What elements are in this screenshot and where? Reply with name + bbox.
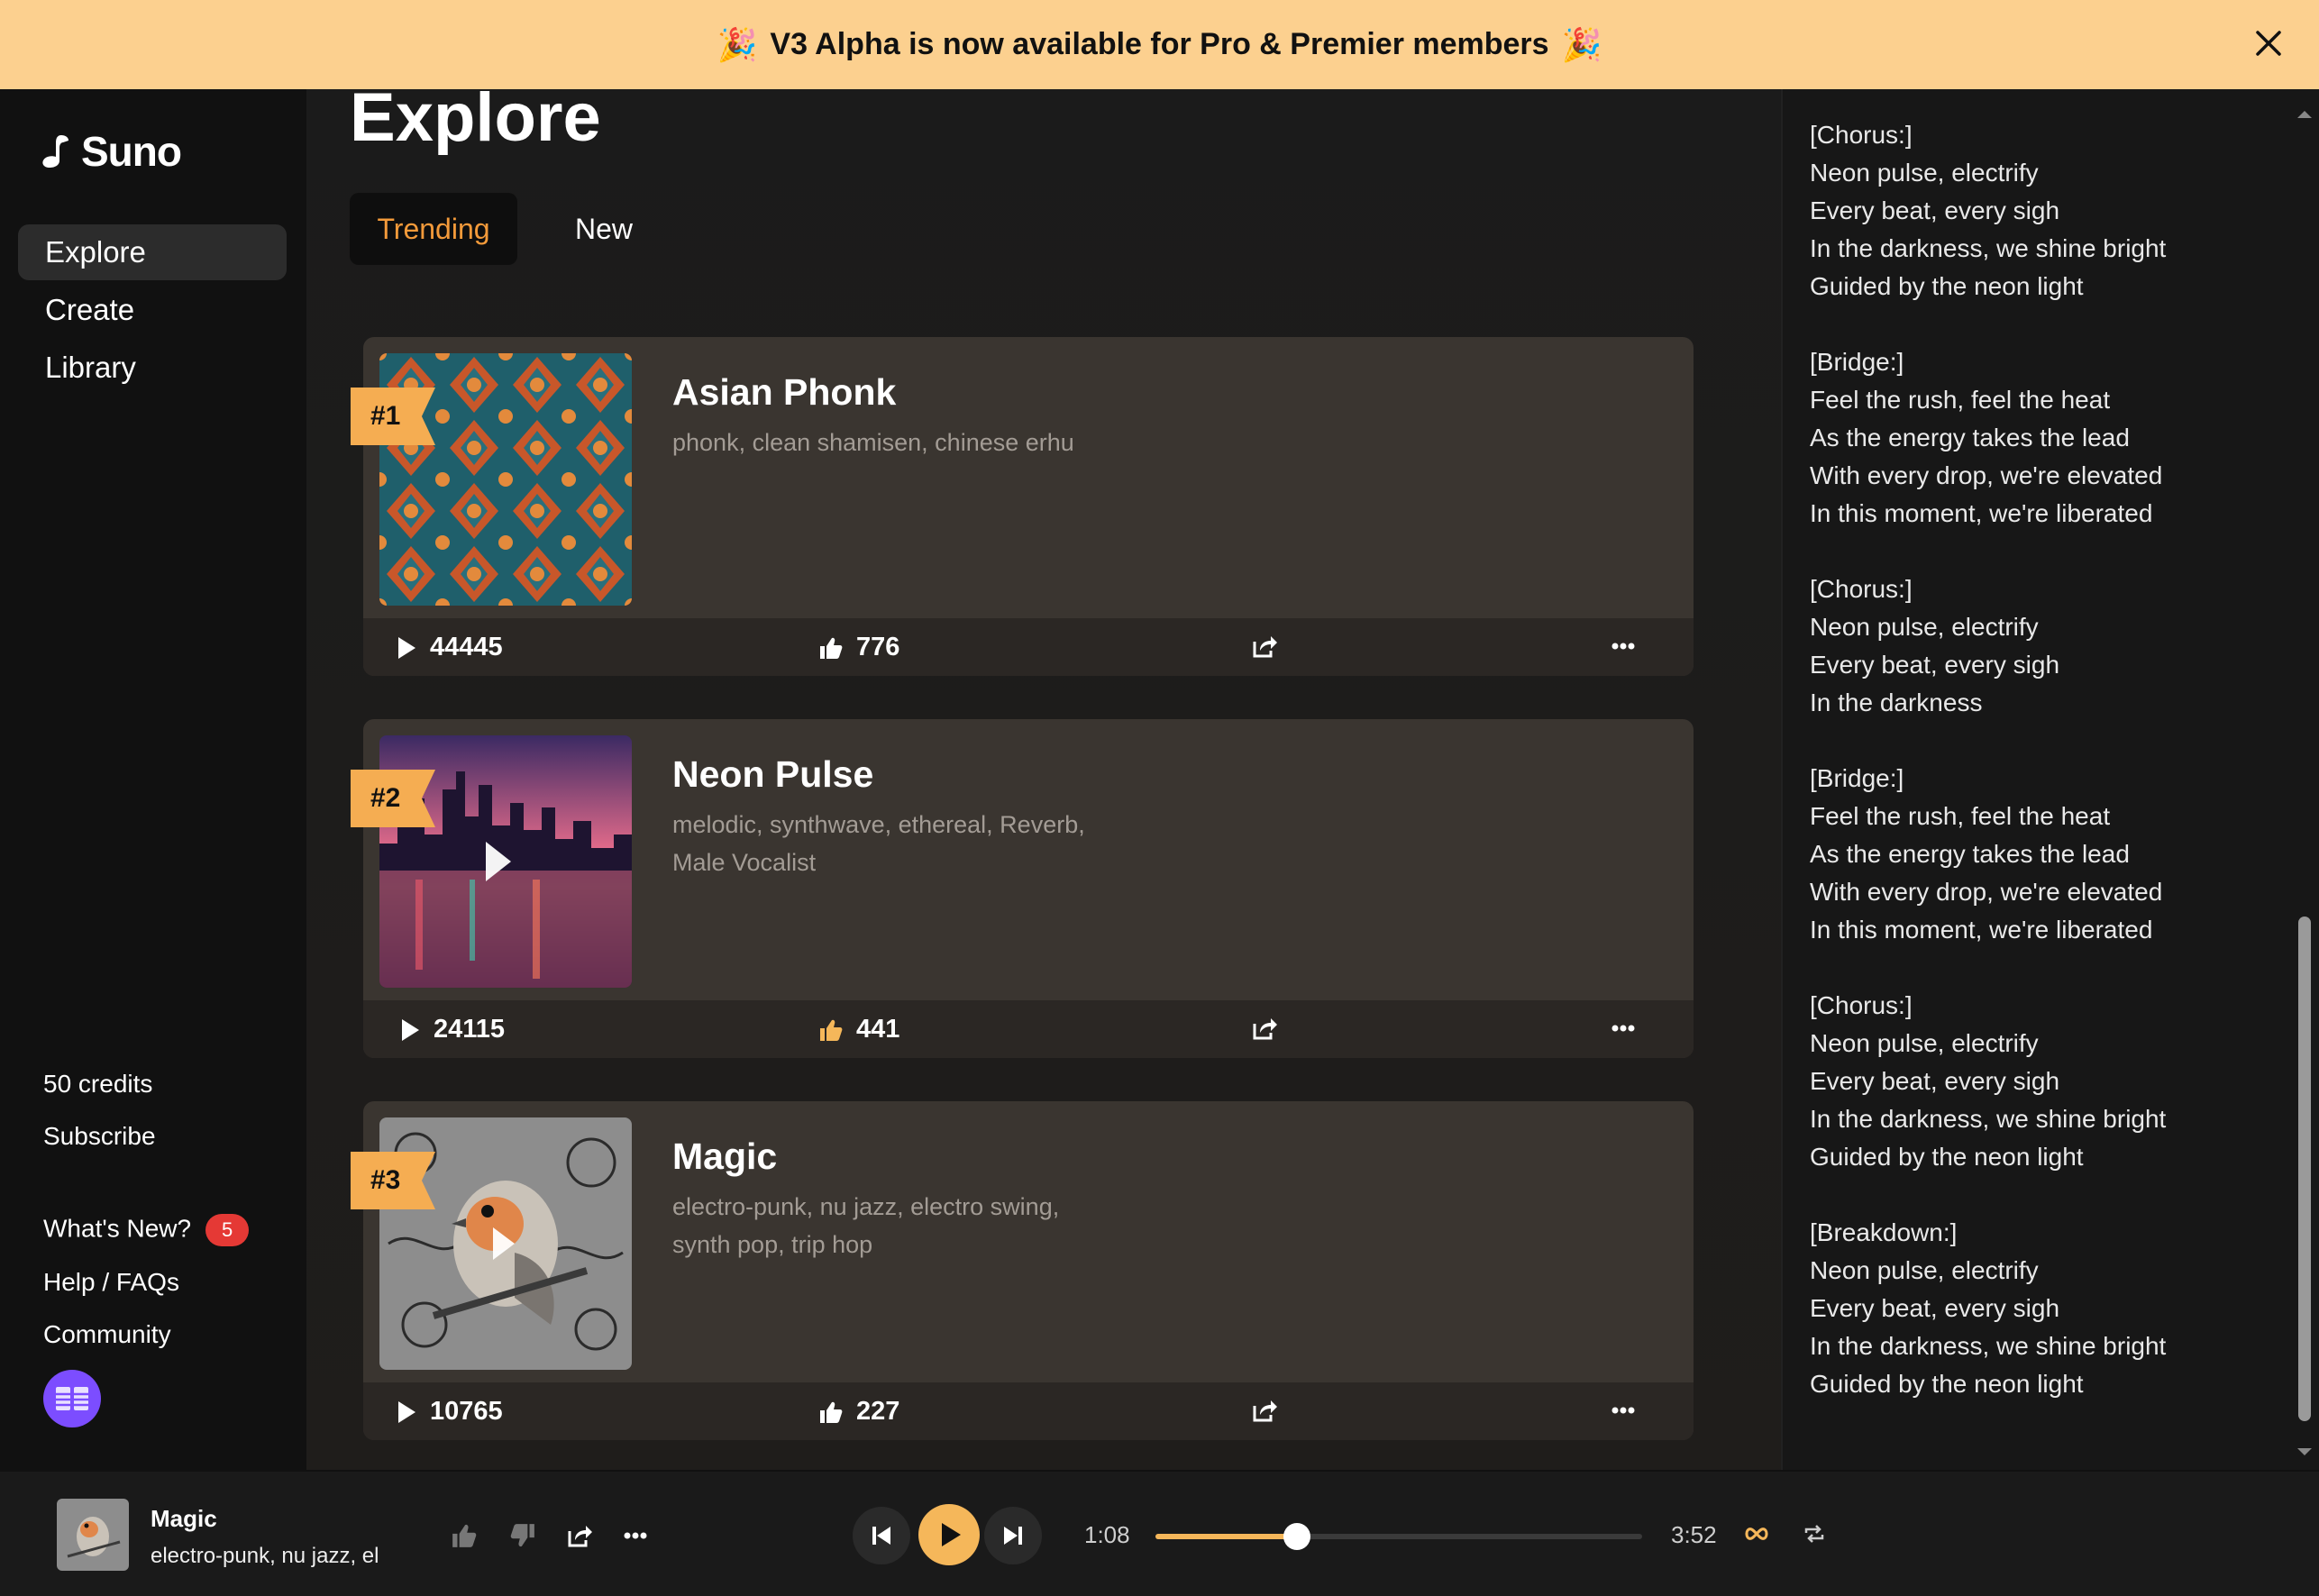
more-icon[interactable]: [624, 1531, 647, 1540]
card-actions: 24115 441: [363, 1000, 1694, 1058]
notification-badge: 5: [205, 1214, 250, 1246]
announcement-banner: 🎉 V3 Alpha is now available for Pro & Pr…: [0, 0, 2319, 89]
scroll-up-icon[interactable]: [2293, 107, 2316, 122]
sidebar: Suno Explore Create Library 50 credits S…: [0, 89, 306, 1470]
thumbs-down-icon[interactable]: [509, 1522, 536, 1549]
current-time: 1:08: [1084, 1521, 1130, 1548]
nav-library[interactable]: Library: [18, 340, 287, 396]
tab-trending[interactable]: Trending: [350, 193, 517, 265]
thumbs-up-icon: [820, 637, 843, 659]
suno-logo-icon: [42, 135, 68, 168]
subscribe-link[interactable]: Subscribe: [43, 1122, 156, 1151]
play-count: 44445: [430, 633, 503, 661]
now-playing-title[interactable]: Magic: [151, 1505, 217, 1533]
repeat-icon[interactable]: [1803, 1522, 1826, 1546]
share-icon[interactable]: [1251, 633, 1278, 660]
now-playing-tags: electro-punk, nu jazz, el: [151, 1544, 379, 1568]
bird-artwork: [57, 1499, 129, 1571]
suno-logo[interactable]: Suno: [41, 127, 182, 176]
nav-label: Library: [45, 351, 136, 384]
whats-new-link[interactable]: What's New? 5: [43, 1214, 250, 1246]
page-title: Explore: [350, 89, 601, 156]
play-icon: [402, 1018, 419, 1041]
banner-text: V3 Alpha is now available for Pro & Prem…: [770, 27, 1549, 61]
total-time: 3:52: [1671, 1521, 1717, 1548]
community-link[interactable]: Community: [43, 1320, 171, 1349]
previous-button[interactable]: [853, 1507, 910, 1564]
logo-text: Suno: [81, 128, 182, 175]
scrollbar-thumb[interactable]: [2298, 917, 2311, 1421]
song-card[interactable]: #3 Magic electro-punk, nu jazz, electro …: [351, 1101, 1694, 1440]
previous-icon: [872, 1527, 890, 1545]
thumbs-up-icon: [820, 1019, 843, 1041]
next-icon: [1004, 1527, 1022, 1545]
nav-explore[interactable]: Explore: [18, 224, 287, 280]
lyrics-scrollbar[interactable]: [2289, 89, 2319, 1470]
like-count: 441: [856, 1015, 900, 1044]
lyrics-text: [Chorus:] Neon pulse, electrify Every be…: [1810, 121, 2167, 1398]
play-icon: [398, 1400, 415, 1423]
share-icon[interactable]: [1251, 1015, 1278, 1042]
lyrics-panel: [Chorus:] Neon pulse, electrify Every be…: [1781, 89, 2319, 1470]
play-pause-button[interactable]: [918, 1504, 980, 1565]
share-icon[interactable]: [566, 1522, 593, 1549]
play-count-button[interactable]: 10765: [396, 1397, 503, 1427]
play-icon: [942, 1523, 961, 1546]
like-count: 776: [856, 633, 900, 661]
party-popper-icon: 🎉: [1561, 25, 1602, 63]
credits-count: 50 credits: [43, 1070, 153, 1098]
avatar[interactable]: [43, 1370, 101, 1427]
tab-new[interactable]: New: [575, 193, 633, 265]
song-tags: electro-punk, nu jazz, electro swing, sy…: [672, 1193, 1060, 1258]
nav-create[interactable]: Create: [18, 282, 287, 338]
play-count-button[interactable]: 24115: [399, 1015, 505, 1044]
play-icon: [398, 636, 415, 659]
like-button[interactable]: 227: [818, 1397, 899, 1427]
like-button[interactable]: 776: [818, 633, 899, 662]
thumbs-up-icon: [820, 1401, 843, 1423]
banner-message: 🎉 V3 Alpha is now available for Pro & Pr…: [717, 26, 1602, 64]
more-icon[interactable]: [1611, 1024, 1635, 1033]
card-actions: 44445 776: [363, 618, 1694, 676]
close-icon[interactable]: [2249, 23, 2288, 63]
party-popper-icon: 🎉: [717, 25, 758, 63]
progress-handle[interactable]: [1283, 1523, 1310, 1550]
scroll-down-icon[interactable]: [2293, 1445, 2316, 1459]
infinity-icon[interactable]: [1743, 1523, 1770, 1545]
player-bar: Magic electro-punk, nu jazz, el 1:08 3:5…: [0, 1470, 2319, 1596]
help-link[interactable]: Help / FAQs: [43, 1268, 179, 1297]
more-icon[interactable]: [1611, 642, 1635, 651]
song-card[interactable]: #2 Neon Pulse melodic, synthwave, ethere…: [351, 719, 1694, 1058]
play-count: 10765: [430, 1397, 503, 1426]
play-count: 24115: [434, 1015, 506, 1044]
card-actions: 10765 227: [363, 1382, 1694, 1440]
now-playing-cover[interactable]: [57, 1499, 129, 1571]
song-title[interactable]: Magic: [672, 1135, 777, 1178]
song-title[interactable]: Neon Pulse: [672, 753, 873, 796]
play-count-button[interactable]: 44445: [396, 633, 503, 662]
song-tags: phonk, clean shamisen, chinese erhu: [672, 429, 1074, 456]
more-icon[interactable]: [1611, 1406, 1635, 1415]
song-card[interactable]: #1 Asian Phonk phonk, clean shamisen, ch…: [351, 337, 1694, 676]
song-title[interactable]: Asian Phonk: [672, 371, 896, 414]
share-icon[interactable]: [1251, 1397, 1278, 1424]
nav-label: Explore: [45, 235, 146, 269]
like-count: 227: [856, 1397, 900, 1426]
progress-slider[interactable]: [1155, 1523, 1642, 1550]
progress-fill: [1155, 1534, 1297, 1539]
next-button[interactable]: [984, 1507, 1042, 1564]
whats-new-label: What's New?: [43, 1214, 192, 1243]
song-tags: melodic, synthwave, ethereal, Reverb, Ma…: [672, 811, 1085, 876]
thumbs-up-icon[interactable]: [451, 1522, 478, 1549]
like-button[interactable]: 441: [818, 1015, 899, 1044]
main-content: Explore Trending New #1 Asian Phonk phon…: [306, 89, 1781, 1470]
nav-label: Create: [45, 293, 135, 326]
avatar-pattern-icon: [56, 1387, 88, 1410]
